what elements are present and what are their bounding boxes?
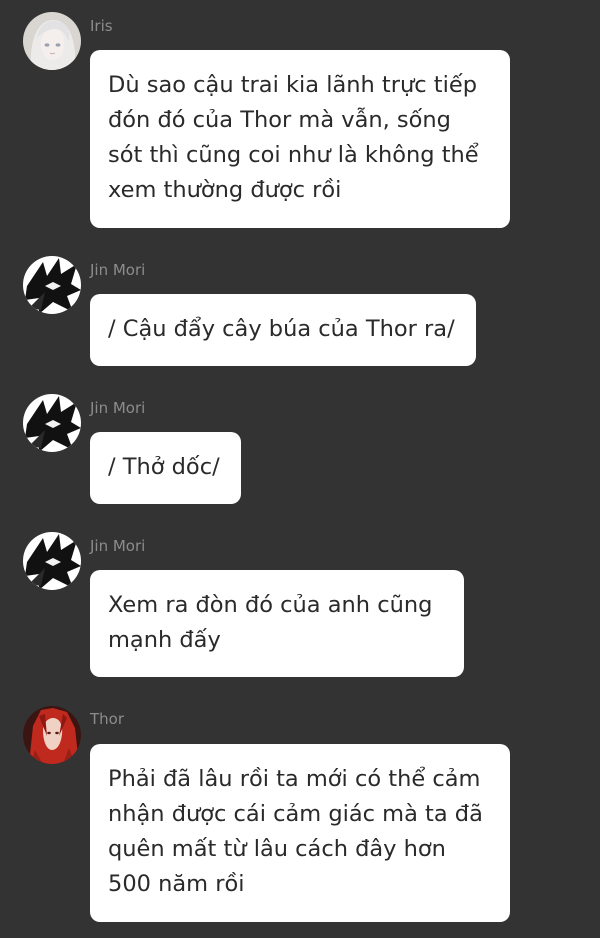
jin-mori-avatar-icon[interactable] xyxy=(23,532,81,590)
message-bubble: Dù sao cậu trai kia lãnh trực tiếp đón đ… xyxy=(90,50,510,228)
message-text: xem thường được rồi xyxy=(108,177,342,203)
sender-name: Jin Mori xyxy=(90,537,146,555)
iris-avatar-icon[interactable] xyxy=(23,12,81,70)
thor-avatar-icon[interactable] xyxy=(23,706,81,764)
jin-mori-avatar-icon[interactable] xyxy=(23,394,81,452)
message-bubble: / Cậu đẩy cây búa của Thor ra/ xyxy=(90,294,476,366)
message-text: sót thì cũng coi như là không thể xyxy=(108,142,479,168)
message-bubble: / Thở dốc/ xyxy=(90,432,241,504)
sender-name: Iris xyxy=(90,17,113,35)
sender-name: Thor xyxy=(90,710,125,728)
message-text: mạnh đấy xyxy=(108,627,221,653)
message-text: Xem ra đòn đó của anh cũng xyxy=(108,592,433,618)
message-text: quên mất từ lâu cách đây hơn xyxy=(108,836,446,862)
sender-name: Jin Mori xyxy=(90,399,146,417)
message-text: nhận được cái cảm giác mà ta đã xyxy=(108,801,483,827)
message-text: đón đó của Thor mà vẫn, sống xyxy=(108,107,451,133)
message-text: Dù sao cậu trai kia lãnh trực tiếp xyxy=(108,72,477,98)
sender-name: Jin Mori xyxy=(90,261,146,279)
message-text: Phải đã lâu rồi ta mới có thể cảm xyxy=(108,766,481,792)
jin-mori-avatar-icon[interactable] xyxy=(23,256,81,314)
message-bubble: Phải đã lâu rồi ta mới có thể cảm nhận đ… xyxy=(90,744,510,922)
message-text: / Thở dốc/ xyxy=(108,454,220,480)
message-text: 500 năm rồi xyxy=(108,871,245,897)
message-text: / Cậu đẩy cây búa của Thor ra/ xyxy=(108,316,455,342)
message-bubble: Xem ra đòn đó của anh cũng mạnh đấy xyxy=(90,570,464,677)
